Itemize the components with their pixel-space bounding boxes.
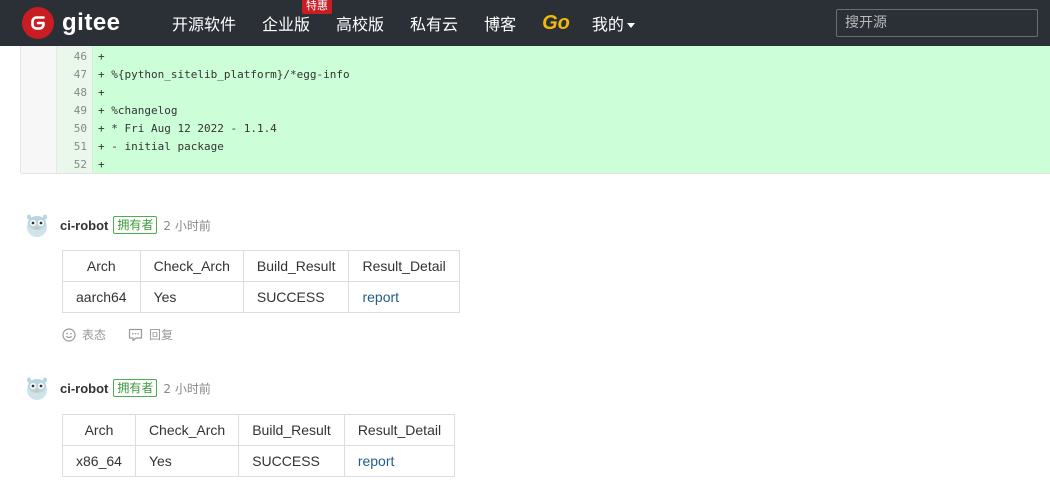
- line-number[interactable]: 48: [57, 84, 93, 102]
- robot-avatar-icon[interactable]: [24, 375, 50, 401]
- nav-mine[interactable]: 我的: [592, 11, 635, 35]
- line-number[interactable]: 47: [57, 66, 93, 84]
- table-cell: report: [348, 281, 460, 313]
- chevron-down-icon: [626, 23, 635, 28]
- old-line-gutter: [21, 120, 57, 138]
- line-number[interactable]: 49: [57, 102, 93, 120]
- comment: ci-robot 拥有者 2 小时前: [24, 212, 924, 238]
- table-cell: report: [343, 445, 456, 477]
- code-line: +: [93, 48, 1050, 66]
- comment-header: ci-robot 拥有者 2 小时前: [24, 212, 924, 238]
- nav-blog[interactable]: 博客: [484, 11, 516, 35]
- column-header: Build_Result: [238, 414, 345, 446]
- column-header: Check_Arch: [134, 414, 240, 446]
- diff-line: 50 + * Fri Aug 12 2022 - 1.1.4: [21, 120, 1050, 138]
- diff-line: 47 + %{python_sitelib_platform}/*egg-inf…: [21, 66, 1050, 84]
- diff-line: 51 + - initial package: [21, 138, 1050, 156]
- table-row: x86_64 Yes SUCCESS report: [62, 445, 456, 477]
- old-line-gutter: [21, 66, 57, 84]
- main-nav: 开源软件 企业版 特惠 高校版 私有云 博客 Go 我的: [172, 0, 661, 46]
- table-cell: x86_64: [62, 445, 136, 477]
- code-line: + * Fri Aug 12 2022 - 1.1.4: [93, 120, 1050, 138]
- table-row: aarch64 Yes SUCCESS report: [62, 281, 460, 313]
- line-number[interactable]: 46: [57, 48, 93, 66]
- diff-block: 46 + 47 + %{python_sitelib_platform}/*eg…: [20, 46, 1050, 174]
- logo-text: gitee: [62, 9, 121, 36]
- line-number[interactable]: 50: [57, 120, 93, 138]
- search-input[interactable]: [836, 9, 1038, 37]
- code-line: + %{python_sitelib_platform}/*egg-info: [93, 66, 1050, 84]
- column-header: Arch: [62, 414, 136, 446]
- comment-time: 2 小时前: [163, 381, 211, 396]
- nav-mine-label: 我的: [591, 15, 624, 34]
- column-header: Arch: [62, 250, 141, 282]
- code-line: +: [93, 84, 1050, 102]
- react-label: 表态: [82, 328, 107, 342]
- old-line-gutter: [21, 138, 57, 156]
- owner-badge: 拥有者: [113, 216, 158, 234]
- old-line-gutter: [21, 84, 57, 102]
- owner-badge: 拥有者: [113, 379, 158, 397]
- report-link[interactable]: report: [362, 289, 399, 305]
- comment-time: 2 小时前: [163, 218, 211, 233]
- diff-line: 46 +: [21, 48, 1050, 66]
- robot-avatar-icon[interactable]: [24, 212, 50, 238]
- promo-badge: 特惠: [302, 0, 333, 14]
- nav-education[interactable]: 高校版: [336, 11, 384, 35]
- nav-open-source[interactable]: 开源软件: [172, 11, 236, 35]
- nav-private-cloud[interactable]: 私有云: [410, 11, 458, 35]
- gitee-logo[interactable]: gitee: [22, 7, 121, 39]
- column-header: Result_Detail: [348, 250, 460, 282]
- old-line-gutter: [21, 48, 57, 66]
- nav-go[interactable]: Go: [542, 12, 570, 35]
- code-line: + %changelog: [93, 102, 1050, 120]
- table-header-row: Arch Check_Arch Build_Result Result_Deta…: [62, 250, 460, 282]
- comment-bubble-icon: [128, 328, 143, 341]
- reply-button[interactable]: 回复: [128, 326, 173, 343]
- old-line-gutter: [21, 156, 57, 173]
- code-line: + - initial package: [93, 138, 1050, 156]
- gitee-logo-icon: [22, 7, 54, 39]
- column-header: Result_Detail: [343, 414, 456, 446]
- table-cell: aarch64: [62, 281, 141, 313]
- comment-author[interactable]: ci-robot: [60, 218, 108, 233]
- code-line: +: [93, 156, 1050, 173]
- column-header: Build_Result: [242, 250, 350, 282]
- table-cell: Yes: [139, 281, 244, 313]
- react-button[interactable]: 表态: [62, 326, 106, 343]
- smile-icon: [62, 327, 76, 342]
- line-number[interactable]: 51: [57, 138, 93, 156]
- table-cell: SUCCESS: [242, 281, 350, 313]
- report-link[interactable]: report: [358, 453, 395, 469]
- reply-label: 回复: [149, 328, 174, 342]
- diff-line: 49 + %changelog: [21, 102, 1050, 120]
- nav-enterprise-label: 企业版: [262, 15, 311, 34]
- build-result-table: Arch Check_Arch Build_Result Result_Deta…: [62, 414, 456, 477]
- table-cell: Yes: [134, 445, 240, 477]
- build-result-table: Arch Check_Arch Build_Result Result_Deta…: [62, 250, 460, 313]
- column-header: Check_Arch: [139, 250, 244, 282]
- comment: ci-robot 拥有者 2 小时前: [24, 375, 924, 401]
- table-header-row: Arch Check_Arch Build_Result Result_Deta…: [62, 414, 456, 446]
- comment-author[interactable]: ci-robot: [60, 381, 108, 396]
- line-number[interactable]: 52: [57, 156, 93, 173]
- old-line-gutter: [21, 102, 57, 120]
- comment-header: ci-robot 拥有者 2 小时前: [24, 375, 924, 401]
- diff-line: 48 +: [21, 84, 1050, 102]
- table-cell: SUCCESS: [238, 445, 345, 477]
- top-navigation-bar: gitee 开源软件 企业版 特惠 高校版 私有云 博客 Go 我的: [0, 0, 1050, 46]
- nav-enterprise[interactable]: 企业版 特惠: [262, 0, 333, 35]
- comment-actions: 表态 回复: [62, 326, 195, 343]
- diff-line: 52 +: [21, 156, 1050, 173]
